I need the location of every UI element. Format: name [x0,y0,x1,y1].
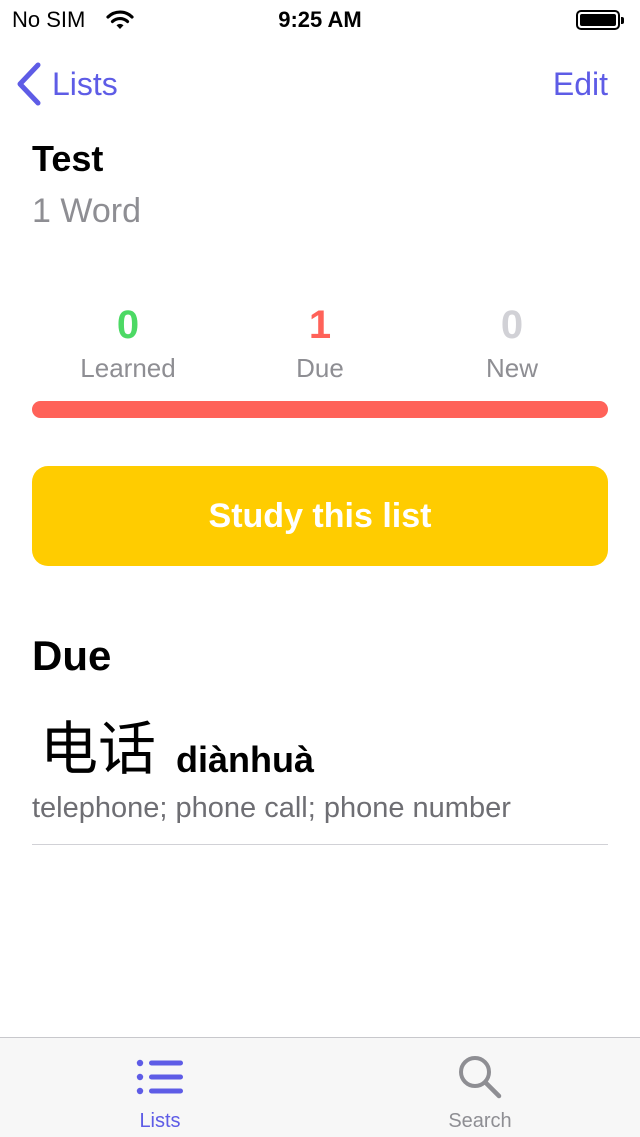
progress-due-segment [32,401,608,418]
learned-label: Learned [80,353,176,383]
tab-lists[interactable]: Lists [0,1038,320,1137]
tab-search[interactable]: Search [320,1038,640,1137]
list-item[interactable]: 电话 diànhuà telephone; phone call; phone … [32,712,608,845]
progress-bar [32,401,608,418]
learned-count: 0 [116,303,140,347]
stat-due: 1 Due [224,300,416,386]
word-hanzi: 电话 [40,715,157,783]
list-title: Test [32,138,104,179]
battery-icon [576,10,624,30]
status-time: 9:25 AM [278,7,362,32]
new-label: New [485,353,538,383]
stats-row: 0 Learned 1 Due 0 New [32,300,608,390]
tab-bar: Lists Search [0,1037,640,1137]
stat-new: 0 New [416,300,608,386]
list-icon [136,1052,184,1102]
navigation-bar: Lists Edit [0,40,640,128]
new-count: 0 [500,303,524,347]
word-count: 1 Word [32,192,141,230]
due-label: Due [296,353,344,383]
chevron-left-icon [16,62,42,106]
word-definition: telephone; phone call; phone number [32,792,511,824]
search-icon [456,1052,504,1102]
edit-button[interactable]: Edit [553,64,608,104]
back-button[interactable]: Lists [16,62,118,106]
due-section-title: Due [32,632,112,679]
back-button-label: Lists [52,66,118,102]
study-list-button[interactable]: Study this list [32,466,608,566]
due-count: 1 [308,303,332,347]
status-bar: No SIM 9:25 AM [0,0,640,40]
tab-search-label: Search [448,1110,512,1132]
stat-learned: 0 Learned [32,300,224,386]
word-pinyin: diànhuà [176,739,315,780]
tab-lists-label: Lists [139,1110,181,1132]
